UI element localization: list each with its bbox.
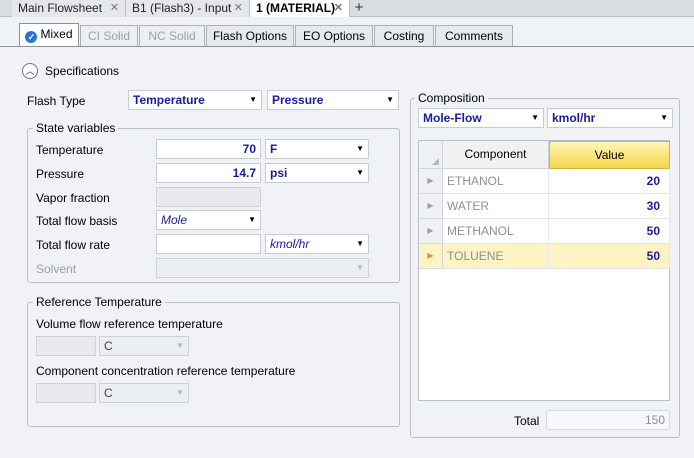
close-icon[interactable]: ✕	[334, 0, 343, 16]
collapse-chevron-up-icon[interactable]: ︿	[22, 63, 38, 79]
component-cell[interactable]: ETHANOL	[443, 169, 549, 194]
value-cell[interactable]: 50	[549, 244, 670, 269]
total-flow-rate-unit-value: kmol/hr	[270, 237, 310, 251]
close-icon[interactable]: ✕	[234, 0, 243, 16]
volume-flow-ref-temp-unit: C	[104, 339, 113, 353]
pressure-unit-dropdown[interactable]: psi ▼	[265, 163, 369, 183]
doc-tab-b1-flash3-input[interactable]: B1 (Flash3) - Input ✕	[126, 0, 250, 17]
vapor-fraction-input[interactable]	[156, 187, 261, 207]
component-cell[interactable]: WATER	[443, 194, 549, 219]
total-flow-basis-dropdown[interactable]: Mole ▼	[156, 210, 261, 230]
document-tab-bar: Main Flowsheet ✕ B1 (Flash3) - Input ✕ 1…	[0, 0, 694, 17]
close-icon[interactable]: ✕	[110, 0, 119, 16]
chevron-down-icon: ▼	[531, 113, 539, 122]
state-variables-title: State variables	[33, 121, 119, 135]
chevron-down-icon: ▼	[248, 215, 256, 224]
component-cell[interactable]: METHANOL	[443, 219, 549, 244]
composition-basis-dropdown[interactable]: Mole-Flow ▼	[418, 108, 544, 128]
component-conc-ref-temp-label: Component concentration reference temper…	[36, 364, 296, 378]
flash-type-label: Flash Type	[27, 94, 86, 108]
flash-type-2-value: Pressure	[272, 93, 324, 107]
temperature-unit-dropdown[interactable]: F ▼	[265, 139, 369, 159]
chevron-down-icon: ▼	[386, 95, 394, 104]
pressure-unit-value: psi	[270, 166, 288, 180]
tab-mixed[interactable]: ✓ Mixed	[19, 23, 79, 47]
doc-tab-label: Main Flowsheet	[18, 1, 103, 15]
form-tab-bar: ✓ Mixed CI Solid NC Solid Flash Options E…	[0, 17, 694, 47]
grid-corner[interactable]	[419, 141, 443, 169]
specifications-heading: Specifications	[45, 64, 120, 78]
total-flow-basis-value: Mole	[161, 213, 188, 227]
chevron-down-icon: ▼	[176, 341, 184, 350]
composition-basis-value: Mole-Flow	[423, 111, 482, 125]
flash-type-1-value: Temperature	[133, 93, 205, 107]
value-cell[interactable]: 50	[549, 219, 670, 244]
composition-unit-dropdown[interactable]: kmol/hr ▼	[547, 108, 673, 128]
chevron-down-icon: ▼	[176, 388, 184, 397]
column-header-value[interactable]: Value	[549, 141, 670, 169]
tab-label: Mixed	[40, 27, 73, 41]
temperature-unit-value: F	[270, 142, 278, 156]
chevron-down-icon: ▼	[356, 144, 364, 153]
temperature-label: Temperature	[36, 143, 104, 157]
chevron-down-icon: ▼	[356, 263, 364, 272]
component-conc-ref-temp-input[interactable]	[36, 383, 96, 403]
doc-tab-label: B1 (Flash3) - Input	[132, 1, 232, 15]
tab-comments[interactable]: Comments	[435, 25, 513, 47]
pressure-label: Pressure	[36, 167, 85, 181]
flash-type-2-dropdown[interactable]: Pressure ▼	[267, 90, 399, 110]
total-label: Total	[514, 414, 540, 428]
total-flow-rate-label: Total flow rate	[36, 238, 111, 252]
column-header-component[interactable]: Component	[443, 141, 549, 169]
chevron-down-icon: ▼	[356, 168, 364, 177]
tab-nc-solid[interactable]: NC Solid	[139, 25, 205, 47]
total-flow-basis-label: Total flow basis	[36, 214, 118, 228]
tab-label: EO Options	[302, 29, 366, 43]
row-selector-icon[interactable]: ▶	[419, 244, 443, 269]
chevron-down-icon: ▼	[249, 95, 257, 104]
volume-flow-ref-temp-input[interactable]	[36, 336, 96, 356]
tab-costing[interactable]: Costing	[374, 25, 434, 47]
value-cell[interactable]: 30	[549, 194, 670, 219]
solvent-dropdown[interactable]: ▼	[156, 258, 369, 278]
row-selector-icon[interactable]: ▶	[419, 169, 443, 194]
add-tab-icon[interactable]: +	[350, 0, 368, 17]
row-selector-icon[interactable]: ▶	[419, 219, 443, 244]
row-selector-icon[interactable]: ▶	[419, 194, 443, 219]
chevron-down-icon: ▼	[356, 239, 364, 248]
tab-eo-options[interactable]: EO Options	[295, 25, 373, 47]
volume-flow-ref-temp-label: Volume flow reference temperature	[36, 317, 223, 331]
solvent-label: Solvent	[36, 262, 77, 276]
chevron-down-icon: ▼	[660, 113, 668, 122]
total-flow-rate-input[interactable]	[156, 234, 261, 254]
flash-type-1-dropdown[interactable]: Temperature ▼	[128, 90, 262, 110]
value-cell[interactable]: 20	[549, 169, 670, 194]
tab-label: NC Solid	[148, 29, 196, 43]
tab-label: Costing	[383, 29, 425, 43]
composition-grid: Component Value ▶ ETHANOL 20 ▶ WATER 30 …	[418, 140, 670, 401]
check-icon: ✓	[25, 31, 38, 43]
tab-label: CI Solid	[87, 29, 131, 43]
reference-temperature-title: Reference Temperature	[33, 295, 165, 309]
composition-unit-value: kmol/hr	[552, 111, 596, 125]
pressure-input[interactable]: 14.7	[156, 163, 261, 183]
component-conc-ref-temp-unit-dropdown[interactable]: C ▼	[99, 383, 189, 403]
tab-label: Flash Options	[212, 29, 288, 43]
doc-tab-material[interactable]: 1 (MATERIAL) ✕	[250, 0, 350, 17]
total-flow-rate-unit-dropdown[interactable]: kmol/hr ▼	[265, 234, 369, 254]
doc-tab-label: 1 (MATERIAL)	[256, 1, 336, 15]
tab-label: Comments	[444, 29, 503, 43]
tab-flash-options[interactable]: Flash Options	[206, 25, 294, 47]
temperature-input[interactable]: 70	[156, 139, 261, 159]
doc-tab-main-flowsheet[interactable]: Main Flowsheet ✕	[12, 0, 126, 17]
component-cell[interactable]: TOLUENE	[443, 244, 549, 269]
composition-title: Composition	[415, 91, 488, 105]
total-value: 150	[546, 410, 670, 430]
vapor-fraction-label: Vapor fraction	[36, 191, 110, 205]
tab-ci-solid[interactable]: CI Solid	[80, 25, 138, 47]
component-conc-ref-temp-unit: C	[104, 386, 113, 400]
volume-flow-ref-temp-unit-dropdown[interactable]: C ▼	[99, 336, 189, 356]
